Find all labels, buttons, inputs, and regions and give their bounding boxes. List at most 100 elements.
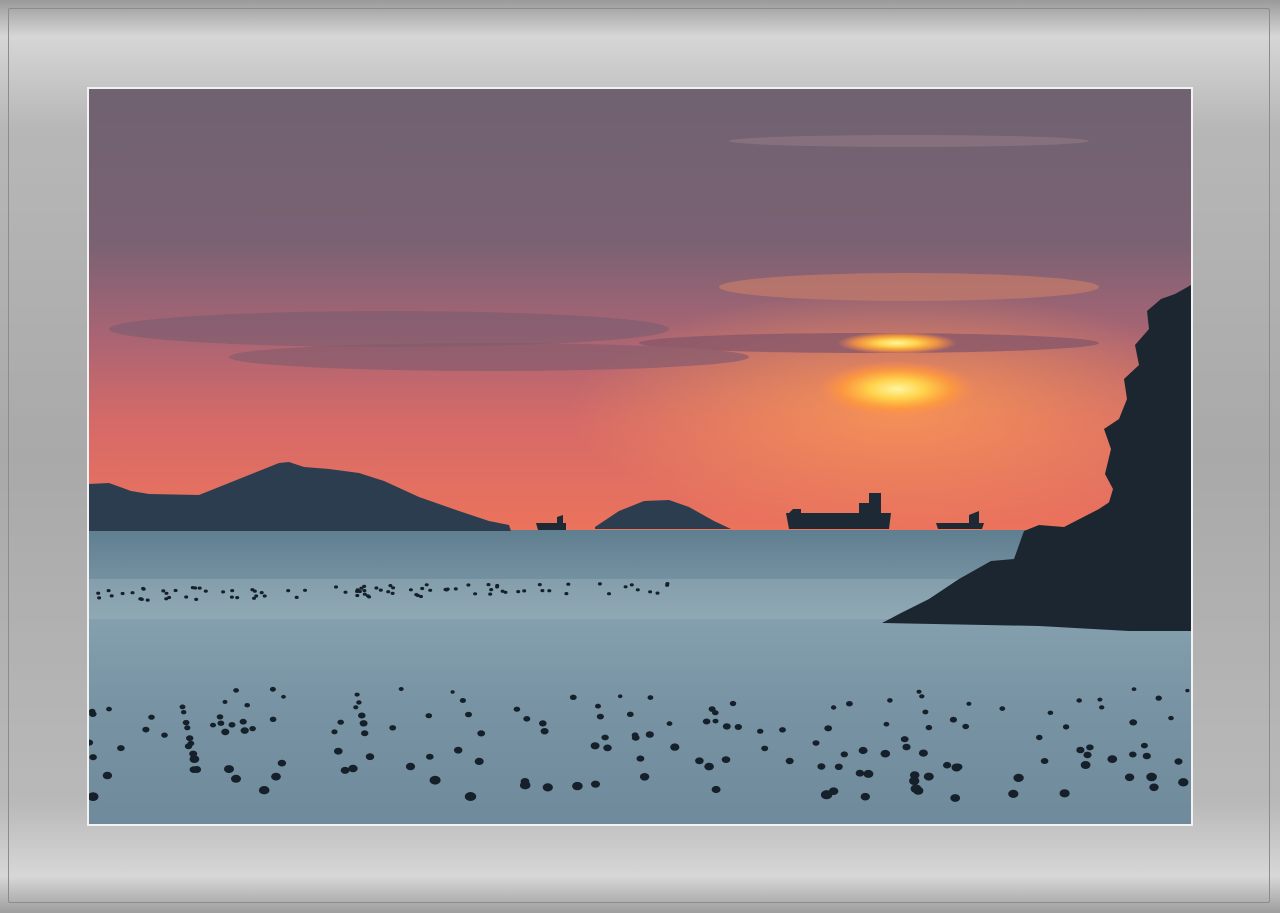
buoy xyxy=(271,772,281,781)
buoy xyxy=(216,714,224,720)
buoy xyxy=(1146,772,1157,782)
buoy xyxy=(378,588,383,592)
buoy xyxy=(450,690,455,694)
buoy xyxy=(343,590,348,594)
buoy xyxy=(340,766,350,774)
buoy xyxy=(240,727,249,734)
sunset-seascape-photo xyxy=(89,89,1191,824)
buoy xyxy=(138,597,143,601)
buoy xyxy=(1059,789,1070,798)
buoy xyxy=(722,723,731,730)
buoy xyxy=(465,711,472,718)
buoy xyxy=(949,716,958,723)
buoy xyxy=(1185,688,1190,693)
buoy xyxy=(294,595,299,599)
buoy xyxy=(495,585,500,589)
buoy xyxy=(761,745,769,752)
buoy xyxy=(303,588,307,592)
buoy xyxy=(334,747,343,755)
buoy xyxy=(1008,789,1019,799)
buoy xyxy=(252,589,257,593)
buoy xyxy=(179,704,186,710)
buoy xyxy=(590,742,600,750)
buoy xyxy=(522,589,527,593)
buoy xyxy=(386,590,391,594)
buoy xyxy=(1040,758,1049,764)
buoy xyxy=(597,582,602,586)
buoy xyxy=(863,769,874,778)
buoy xyxy=(919,694,925,699)
buoy xyxy=(916,689,922,694)
buoy xyxy=(354,692,360,697)
buoy xyxy=(262,594,267,598)
buoy xyxy=(922,709,929,715)
buoy xyxy=(523,716,531,722)
buoy xyxy=(1129,719,1138,726)
buoy xyxy=(224,765,234,774)
buoy xyxy=(1086,744,1094,751)
buoy xyxy=(721,756,731,763)
buoy xyxy=(217,720,225,726)
buoy xyxy=(281,694,286,699)
buoy xyxy=(117,745,125,752)
buoy xyxy=(670,743,680,751)
buoy xyxy=(1168,715,1174,721)
buoy xyxy=(96,591,101,595)
buoy xyxy=(817,763,826,770)
buoy xyxy=(666,721,673,726)
buoy xyxy=(909,776,920,786)
buoy xyxy=(655,591,660,595)
buoy xyxy=(629,583,634,587)
buoy xyxy=(999,706,1006,711)
buoy xyxy=(858,746,868,755)
buoy xyxy=(477,730,486,737)
buoy xyxy=(1047,710,1054,715)
buoy xyxy=(473,592,478,596)
buoy xyxy=(203,589,208,593)
buoy xyxy=(834,763,843,770)
buoy xyxy=(711,785,721,794)
buoy xyxy=(109,594,114,598)
buoy xyxy=(365,753,375,761)
buoy xyxy=(1131,687,1137,692)
buoy xyxy=(398,687,404,691)
buoy xyxy=(269,686,276,692)
buoy xyxy=(729,700,737,707)
buoy xyxy=(277,759,287,767)
buoy xyxy=(539,720,547,727)
buoy xyxy=(148,714,155,720)
buoy xyxy=(1013,773,1024,783)
buoy xyxy=(966,701,972,706)
buoy xyxy=(222,699,228,704)
buoy xyxy=(1178,778,1189,787)
buoy xyxy=(181,710,187,715)
buoy xyxy=(601,734,609,741)
buoy xyxy=(186,735,194,742)
buoy xyxy=(923,772,934,781)
buoy xyxy=(880,749,891,758)
buoy xyxy=(489,588,494,592)
buoy xyxy=(453,587,458,591)
buoy xyxy=(918,749,928,757)
buoy xyxy=(194,597,199,601)
buoy xyxy=(249,726,256,732)
buoy xyxy=(665,583,670,587)
buoy xyxy=(623,585,628,589)
sun xyxy=(817,361,977,417)
buoy xyxy=(424,583,429,587)
buoy xyxy=(388,584,393,588)
buoy xyxy=(1155,695,1162,701)
sun-upper-glow xyxy=(837,332,957,354)
buoy xyxy=(425,713,433,719)
buoy xyxy=(367,595,372,599)
buoy xyxy=(359,720,368,727)
buoy xyxy=(244,703,250,708)
buoy xyxy=(855,769,865,777)
buoy xyxy=(603,744,612,752)
buoy xyxy=(902,743,911,751)
buoy xyxy=(617,694,623,699)
buoy xyxy=(1076,698,1082,703)
buoy xyxy=(635,588,640,592)
buoy xyxy=(631,734,640,741)
buoy xyxy=(228,722,236,728)
